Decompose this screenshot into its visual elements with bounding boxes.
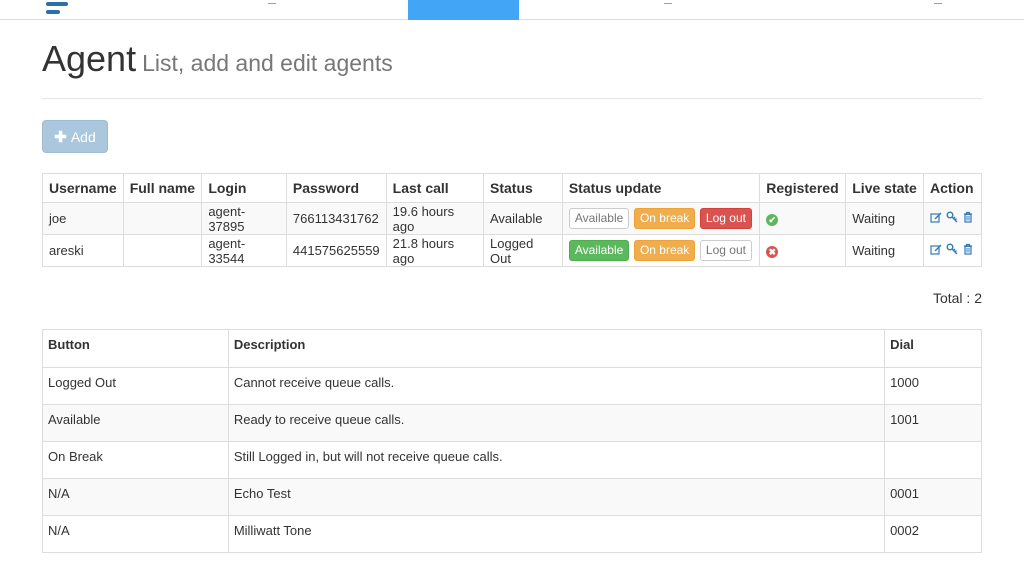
live-state-cell: Waiting [845,202,924,235]
description-cell: Echo Test [227,478,886,516]
table-header-row: Button Description Dial [42,329,982,368]
table-row: joe agent-37895 766113431762 19.6 hours … [42,202,983,235]
page-header: Agent List, add and edit agents [42,38,982,99]
add-agent-button[interactable]: ✚ Add [42,120,108,153]
action-cell [922,234,983,267]
trash-icon[interactable] [962,243,974,255]
description-cell: Cannot receive queue calls. [227,367,886,405]
description-cell: Still Logged in, but will not receive qu… [227,441,886,479]
column-header: Dial [884,329,982,368]
total-count: Total : 2 [932,290,982,306]
dial-cell: 1000 [884,367,982,405]
app-logo[interactable] [46,2,68,16]
table-row: N/A Echo Test 0001 [42,478,982,516]
column-header[interactable]: Registered [759,173,847,203]
status-buttons-table: Button Description Dial Logged Out Canno… [42,329,982,553]
dial-cell: 0001 [884,478,982,516]
set-on-break-button[interactable]: On break [633,240,696,261]
check-circle-icon: ✔ [766,214,779,226]
table-row: N/A Milliwatt Tone 0002 [42,515,982,553]
dial-cell: 1001 [884,404,982,442]
last-call-cell: 21.8 hours ago [385,234,485,267]
button-cell: N/A [42,478,229,516]
column-header[interactable]: Last call [385,173,485,203]
fullname-cell [122,234,203,267]
table-row: On Break Still Logged in, but will not r… [42,441,982,479]
page-subtitle: List, add and edit agents [142,50,393,76]
username-cell: areski [42,234,124,267]
edit-icon[interactable] [930,243,942,255]
edit-icon[interactable] [930,211,942,223]
error-circle-icon: ✖ [766,246,779,258]
username-cell: joe [42,202,124,235]
fullname-cell [122,202,203,235]
button-cell: Available [42,404,229,442]
set-available-button[interactable]: Available [568,240,630,261]
set-log-out-button[interactable]: Log out [699,208,752,229]
nav-item-active[interactable] [408,0,519,20]
column-header[interactable]: Status [483,173,563,203]
button-cell: On Break [42,441,229,479]
login-cell: agent-37895 [201,202,287,235]
column-header[interactable]: Live state [845,173,924,203]
status-cell: Available [483,202,563,235]
column-header: Action [922,173,983,203]
set-log-out-button[interactable]: Log out [699,240,752,261]
table-row: Logged Out Cannot receive queue calls. 1… [42,367,982,405]
status-update-cell: Available On break Log out [561,202,761,235]
top-navbar [0,0,1024,20]
key-icon[interactable] [946,243,958,255]
button-cell: N/A [42,515,229,553]
registered-cell: ✔ [759,202,847,235]
button-cell: Logged Out [42,367,229,405]
dial-cell: 0002 [884,515,982,553]
trash-icon[interactable] [962,211,974,223]
column-header[interactable]: Password [285,173,387,203]
status-update-cell: Available On break Log out [561,234,761,267]
nav-item-fragment[interactable] [934,0,942,4]
table-row: Available Ready to receive queue calls. … [42,404,982,442]
plus-icon: ✚ [54,128,67,146]
description-cell: Ready to receive queue calls. [227,404,886,442]
agents-table: Username Full name Login Password Last c… [42,173,983,267]
action-cell [922,202,983,235]
page-title: Agent [42,38,137,79]
dial-cell [884,441,982,479]
set-on-break-button[interactable]: On break [633,208,696,229]
column-header[interactable]: Login [201,173,287,203]
column-header[interactable]: Username [42,173,124,203]
column-header[interactable]: Status update [561,173,761,203]
description-cell: Milliwatt Tone [227,515,886,553]
nav-item-fragment[interactable] [268,0,276,4]
add-agent-label: Add [70,128,96,145]
column-header: Button [42,329,229,368]
registered-cell: ✖ [759,234,847,267]
table-row: areski agent-33544 441575625559 21.8 hou… [42,234,983,267]
live-state-cell: Waiting [845,234,924,267]
login-cell: agent-33544 [201,234,287,267]
status-cell: Logged Out [483,234,563,267]
column-header: Description [227,329,886,368]
key-icon[interactable] [946,211,958,223]
nav-item-fragment[interactable] [664,0,672,4]
set-available-button[interactable]: Available [568,208,630,229]
column-header[interactable]: Full name [122,173,203,203]
password-cell: 441575625559 [285,234,387,267]
last-call-cell: 19.6 hours ago [385,202,485,235]
table-header-row: Username Full name Login Password Last c… [42,173,983,203]
password-cell: 766113431762 [285,202,387,235]
